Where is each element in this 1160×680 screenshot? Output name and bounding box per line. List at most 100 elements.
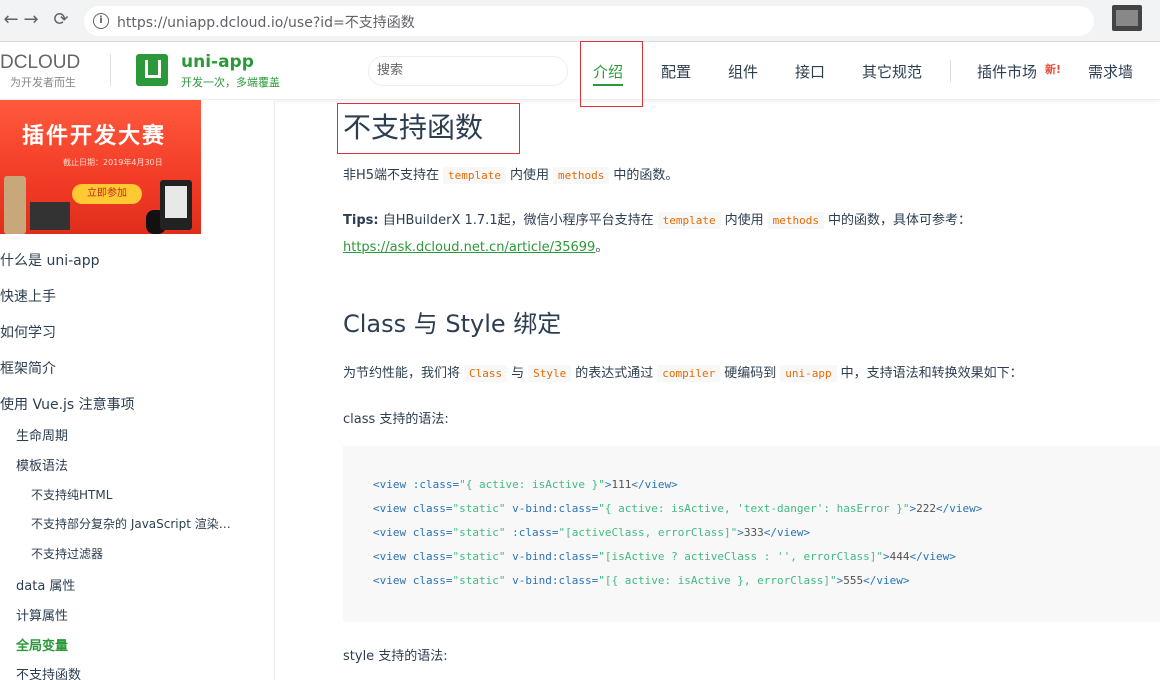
uni-app-title[interactable]: uni-app (181, 52, 254, 72)
code-token: v-bind:class (512, 502, 592, 515)
class-syntax-label: class 支持的语法: (343, 412, 449, 427)
sidebar: 插件开发大赛 截止日期：2019年4月30日 立即参加 什么是 uni-app … (0, 100, 275, 680)
code-token: </view> (631, 478, 678, 491)
code-token: v-bind:class (512, 574, 592, 587)
inline-code: compiler (657, 365, 721, 382)
dcloud-logo[interactable]: DCLOUD (0, 52, 80, 74)
nav-item-components[interactable]: 组件 (728, 61, 758, 82)
url-text[interactable]: https://uniapp.dcloud.io/use?id=不支持函数 (117, 12, 415, 32)
inline-code: Style (528, 365, 572, 382)
text: 中的函数。 (613, 168, 679, 183)
text: 硬编码到 (724, 366, 777, 381)
sidebar-item-no-complex-js[interactable]: 不支持部分复杂的 JavaScript 渲染… (31, 515, 231, 532)
nav-item-other-specs[interactable]: 其它规范 (862, 61, 922, 82)
uni-app-slogan: 开发一次，多端覆盖 (181, 76, 280, 89)
code-token: "[activeClass, errorClass]" (558, 526, 738, 539)
code-token: "static" (452, 526, 513, 539)
tips-link-line: https://ask.dcloud.net.cn/article/35699。 (343, 236, 608, 255)
code-token: :class (512, 526, 552, 539)
section-heading-class-style: Class 与 Style 绑定 (343, 310, 562, 338)
text: 内使用 (510, 168, 550, 183)
code-line: <view class="static" v-bind:class="[{ ac… (373, 574, 910, 587)
text: 与 (511, 366, 525, 381)
banner-date: 截止日期：2019年4月30日 (63, 158, 163, 167)
code-token: > (883, 550, 890, 563)
code-token: = (445, 574, 453, 587)
article-link[interactable]: https://ask.dcloud.net.cn/article/35699 (343, 240, 595, 255)
sidebar-item-no-pure-html[interactable]: 不支持纯HTML (31, 486, 112, 503)
text: 自HBuilderX 1.7.1起，微信小程序平台支持在 (382, 213, 654, 228)
code-token: 111 (611, 478, 632, 491)
paragraph-class-style: 为节约性能，我们将 Class 与 Style 的表达式通过 compiler 硬编码到 un… (343, 362, 1023, 382)
sidebar-item-no-filters[interactable]: 不支持过滤器 (31, 545, 103, 562)
sidebar-item-what-is-uni-app[interactable]: 什么是 uni-app (0, 250, 100, 270)
text: 为节约性能，我们将 (343, 366, 461, 381)
code-token: class (412, 502, 446, 515)
header-divider (110, 54, 111, 86)
code-token: "[isActive ? activeClass : '', errorClas… (598, 550, 883, 563)
sidebar-item-vue-notes[interactable]: 使用 Vue.js 注意事项 (0, 394, 135, 414)
banner-join-button[interactable]: 立即参加 (72, 184, 142, 204)
sidebar-item-data-property[interactable]: data 属性 (16, 575, 75, 594)
dcloud-slogan: 为开发者而生 (10, 76, 76, 89)
code-token: class (412, 574, 446, 587)
banner-title: 插件开发大赛 (22, 124, 167, 149)
forward-arrow-icon[interactable]: → (20, 9, 42, 31)
code-token: <view (373, 574, 413, 587)
code-line: <view class="static" :class="[activeClas… (373, 526, 810, 539)
code-block[interactable]: <view :class="{ active: isActive }">111<… (343, 446, 1160, 622)
text: 。 (595, 240, 609, 255)
plugin-contest-banner[interactable]: 插件开发大赛 截止日期：2019年4月30日 立即参加 (0, 100, 201, 234)
address-bar[interactable]: i https://uniapp.dcloud.io/use?id=不支持函数 (84, 6, 1094, 36)
code-token: </view> (935, 502, 983, 515)
code-token: :class (412, 478, 453, 491)
code-token: "static" (452, 502, 513, 515)
inline-code: uni-app (780, 365, 837, 382)
inline-code: methods (767, 212, 824, 229)
inline-code: methods (553, 167, 610, 184)
code-token: 333 (743, 526, 764, 539)
code-token: "{ active: isActive }" (459, 478, 605, 491)
code-token: <view (373, 478, 413, 491)
sidebar-item-framework-intro[interactable]: 框架简介 (0, 358, 56, 378)
code-token: <view (373, 526, 413, 539)
uni-app-logo-icon[interactable] (136, 54, 168, 86)
code-line: <view :class="{ active: isActive }">111<… (373, 478, 678, 491)
new-badge: 新! (1045, 63, 1062, 76)
code-token: </view> (763, 526, 811, 539)
site-info-icon[interactable]: i (93, 13, 109, 29)
banner-kindle-image (160, 180, 192, 230)
paragraph-no-functions: 非H5端不支持在 template 内使用 methods 中的函数。 (343, 164, 679, 184)
tips-label: Tips: (343, 213, 379, 228)
extension-icon[interactable] (1112, 5, 1142, 31)
code-token: 222 (916, 502, 936, 515)
search-input[interactable]: 搜索 (368, 56, 568, 86)
text: 非H5端不支持在 (343, 168, 440, 183)
sidebar-item-lifecycle[interactable]: 生命周期 (16, 425, 68, 444)
annotation-box-nav (580, 41, 643, 107)
nav-item-requirements[interactable]: 需求墙 (1088, 61, 1133, 82)
text: 的表达式通过 (575, 366, 654, 381)
text: 中，支持语法和转换效果如下： (840, 366, 1023, 381)
code-token: class (412, 526, 446, 539)
banner-laptop-image (30, 202, 70, 230)
sidebar-item-quick-start[interactable]: 快速上手 (0, 286, 56, 306)
code-line: <view class="static" v-bind:class="{ act… (373, 502, 982, 515)
nav-item-api[interactable]: 接口 (795, 61, 825, 82)
sidebar-item-no-functions[interactable]: 不支持函数 (16, 664, 81, 680)
sidebar-item-template-syntax[interactable]: 模板语法 (16, 455, 68, 474)
tips-paragraph: Tips: 自HBuilderX 1.7.1起，微信小程序平台支持在 templa… (343, 209, 971, 229)
back-arrow-icon[interactable]: ← (0, 9, 22, 31)
code-token: </view> (909, 550, 956, 563)
code-token: <view (373, 550, 413, 563)
nav-item-config[interactable]: 配置 (661, 61, 691, 82)
code-token: 444 (889, 550, 910, 563)
code-token: > (737, 526, 744, 539)
main-content: 不支持函数 非H5端不支持在 template 内使用 methods 中的函数。 Ti… (343, 100, 1160, 680)
sidebar-item-global-vars[interactable]: 全局变量 (16, 635, 68, 654)
nav-item-plugin-market[interactable]: 插件市场 (977, 61, 1037, 82)
sidebar-item-how-to-learn[interactable]: 如何学习 (0, 322, 56, 342)
reload-icon[interactable]: ⟳ (50, 9, 72, 31)
code-token: <view (373, 502, 413, 515)
sidebar-item-computed[interactable]: 计算属性 (16, 605, 68, 624)
